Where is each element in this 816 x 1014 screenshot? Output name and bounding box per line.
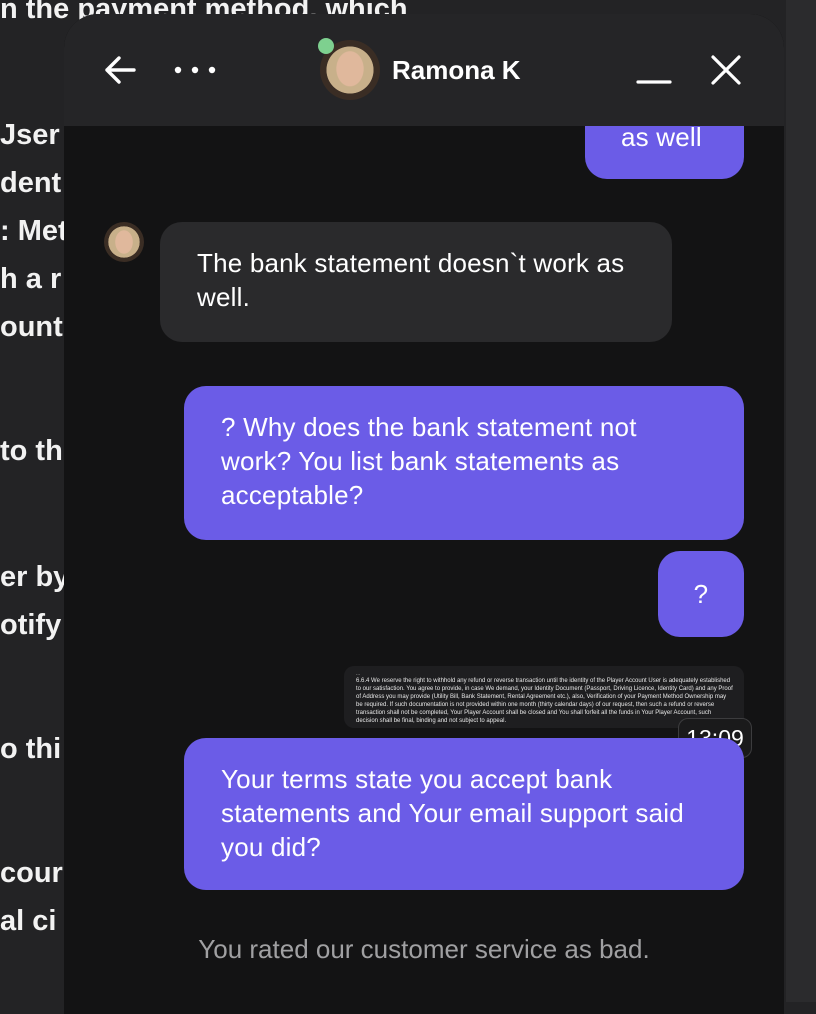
message-bubble-agent: The bank statement doesn`t work as well.: [160, 222, 672, 342]
background-text-line: otify: [0, 609, 62, 641]
agent-avatar-small: [104, 222, 144, 262]
back-arrow-icon: [105, 56, 136, 84]
message-bubble-user: ? Why does the bank statement not work? …: [184, 386, 744, 540]
more-options-button[interactable]: [170, 50, 220, 90]
back-button[interactable]: [100, 50, 140, 90]
message-text: ? Why does the bank statement not work? …: [221, 412, 637, 510]
background-text-line: : Met: [0, 215, 68, 247]
agent-name: Ramona K: [392, 54, 521, 85]
chat-header: Ramona K: [64, 14, 784, 126]
chat-window: as well The bank statement doesn`t work …: [64, 14, 784, 1014]
rating-note: You rated our customer service as bad.: [198, 934, 650, 964]
minimize-button[interactable]: [632, 50, 676, 90]
message-bubble-user: ?: [658, 551, 744, 637]
background-scroll-strip: [786, 0, 816, 1002]
minimize-icon: [636, 80, 672, 84]
agent-avatar: [318, 38, 380, 100]
background-text-line: Jser: [0, 119, 60, 151]
message-bubble-user: Your terms state you accept bank stateme…: [184, 738, 744, 890]
more-dots-icon: [174, 66, 216, 74]
background-text-line: ount: [0, 311, 63, 343]
online-status-dot: [318, 38, 334, 54]
background-text-line: er by: [0, 561, 70, 593]
message-text: as well: [621, 122, 702, 152]
close-icon: [711, 55, 741, 85]
agent-info: Ramona K: [318, 38, 521, 100]
message-text: The bank statement doesn`t work as well.: [197, 248, 625, 312]
background-text-line: cour: [0, 857, 63, 889]
background-text-line: dent: [0, 167, 62, 199]
attachment-body-text: 6.6.4 We reserve the right to withhold a…: [356, 678, 733, 724]
background-text-line: al ci: [0, 905, 57, 937]
background-text-line: to th: [0, 435, 63, 467]
message-text: ?: [693, 579, 709, 609]
background-text-line: o thi: [0, 733, 62, 765]
message-text: Your terms state you accept bank stateme…: [221, 764, 684, 862]
message-list[interactable]: as well The bank statement doesn`t work …: [64, 14, 784, 1014]
background-text-line: h a r: [0, 263, 62, 295]
close-button[interactable]: [706, 50, 746, 90]
